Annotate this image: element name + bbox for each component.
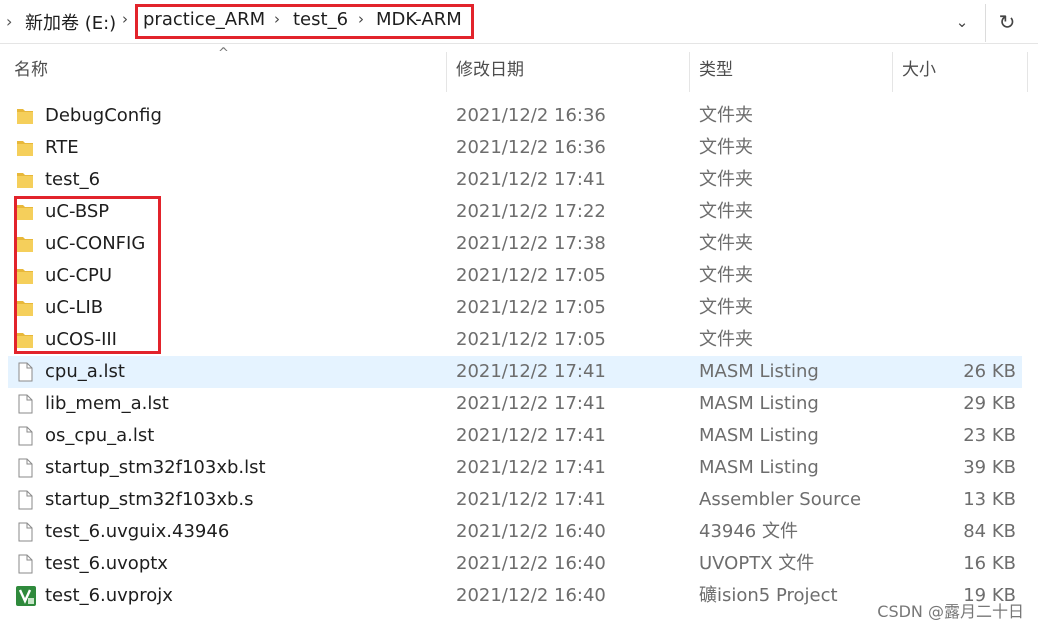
file-type: MASM Listing: [699, 361, 819, 382]
column-divider[interactable]: [1027, 52, 1028, 92]
file-type: 文件夹: [699, 329, 753, 350]
file-type: 文件夹: [699, 297, 753, 318]
file-date: 2021/12/2 17:22: [456, 201, 606, 222]
file-name: RTE: [45, 137, 79, 158]
file-type: 文件夹: [699, 201, 753, 222]
file-type: 文件夹: [699, 233, 753, 254]
file-row[interactable]: lib_mem_a.lst 2021/12/2 17:41 MASM Listing…: [8, 388, 1022, 420]
file-size: 26 KB: [963, 361, 1016, 382]
file-date: 2021/12/2 17:05: [456, 297, 606, 318]
file-icon: [16, 490, 34, 510]
file-date: 2021/12/2 16:40: [456, 521, 606, 542]
file-icon: [16, 362, 34, 382]
file-icon: [16, 554, 34, 574]
file-name: cpu_a.lst: [45, 361, 125, 382]
file-row[interactable]: test_6.uvoptx 2021/12/2 16:40 UVOPTX 文件 16 …: [8, 548, 1022, 580]
file-date: 2021/12/2 16:36: [456, 137, 606, 158]
refresh-icon[interactable]: ↻: [992, 8, 1022, 36]
folder-icon: [16, 106, 34, 126]
file-row[interactable]: os_cpu_a.lst 2021/12/2 17:41 MASM Listing 2…: [8, 420, 1022, 452]
file-icon: [16, 522, 34, 542]
file-size: 23 KB: [963, 425, 1016, 446]
file-date: 2021/12/2 17:05: [456, 329, 606, 350]
file-type: MASM Listing: [699, 393, 819, 414]
file-icon: [16, 394, 34, 414]
file-row[interactable]: test_6.uvguix.43946 2021/12/2 16:40 43946 …: [8, 516, 1022, 548]
file-name: DebugConfig: [45, 105, 162, 126]
file-type: 文件夹: [699, 265, 753, 286]
file-name: test_6.uvprojx: [45, 585, 173, 606]
file-type: 文件夹: [699, 137, 753, 158]
file-row[interactable]: test_6 2021/12/2 17:41 文件夹: [8, 164, 1022, 196]
file-name: lib_mem_a.lst: [45, 393, 169, 414]
file-type: Assembler Source: [699, 489, 862, 510]
column-header-size[interactable]: 大小: [902, 52, 936, 88]
file-type: 礦ision5 Project: [699, 585, 838, 606]
column-divider[interactable]: [689, 52, 690, 92]
file-size: 16 KB: [963, 553, 1016, 574]
file-type: 文件夹: [699, 105, 753, 126]
file-type: 文件夹: [699, 169, 753, 190]
chevron-right-icon[interactable]: ›: [6, 12, 12, 31]
file-name: test_6: [45, 169, 101, 190]
chevron-down-icon[interactable]: ⌄: [945, 8, 979, 36]
file-name: os_cpu_a.lst: [45, 425, 155, 446]
file-row[interactable]: DebugConfig 2021/12/2 16:36 文件夹: [8, 100, 1022, 132]
file-name: startup_stm32f103xb.s: [45, 489, 254, 510]
file-type: 43946 文件: [699, 521, 798, 542]
file-type: MASM Listing: [699, 425, 819, 446]
file-type: UVOPTX 文件: [699, 553, 815, 574]
column-divider[interactable]: [446, 52, 447, 92]
breadcrumb-drive[interactable]: 新加卷 (E:): [25, 9, 116, 35]
file-icon: [16, 426, 34, 446]
file-name: test_6.uvguix.43946: [45, 521, 230, 542]
file-date: 2021/12/2 16:40: [456, 553, 606, 574]
file-row[interactable]: startup_stm32f103xb.s 2021/12/2 17:41 Asse…: [8, 484, 1022, 516]
file-date: 2021/12/2 16:40: [456, 585, 606, 606]
file-date: 2021/12/2 17:41: [456, 457, 606, 478]
file-name: test_6.uvoptx: [45, 553, 168, 574]
file-date: 2021/12/2 17:41: [456, 169, 606, 190]
file-size: 29 KB: [963, 393, 1016, 414]
file-size: 13 KB: [963, 489, 1016, 510]
folders-highlight-box: [14, 196, 161, 354]
file-row[interactable]: startup_stm32f103xb.lst 2021/12/2 17:41 MA…: [8, 452, 1022, 484]
sort-ascending-icon: ^: [218, 46, 229, 61]
file-name: startup_stm32f103xb.lst: [45, 457, 266, 478]
file-date: 2021/12/2 17:41: [456, 393, 606, 414]
file-row[interactable]: cpu_a.lst 2021/12/2 17:41 MASM Listing 26 K…: [8, 356, 1022, 388]
address-bar: › 新加卷 (E:) › practice_ARM › test_6 › MDK…: [0, 0, 1038, 44]
keil-project-icon: [16, 586, 36, 606]
file-date: 2021/12/2 16:36: [456, 105, 606, 126]
file-size: 84 KB: [963, 521, 1016, 542]
folder-icon: [16, 138, 34, 158]
file-size: 39 KB: [963, 457, 1016, 478]
column-divider[interactable]: [892, 52, 893, 92]
file-icon: [16, 458, 34, 478]
file-date: 2021/12/2 17:41: [456, 425, 606, 446]
column-header-name[interactable]: 名称: [14, 52, 48, 88]
divider: [985, 4, 986, 42]
folder-icon: [16, 170, 34, 190]
file-row[interactable]: RTE 2021/12/2 16:36 文件夹: [8, 132, 1022, 164]
file-type: MASM Listing: [699, 457, 819, 478]
file-row[interactable]: test_6.uvprojx 2021/12/2 16:40 礦ision5 Pro…: [8, 580, 1022, 612]
column-header-type[interactable]: 类型: [699, 52, 733, 88]
watermark: CSDN @露月二十日: [877, 602, 1024, 621]
column-header-date[interactable]: 修改日期: [456, 52, 524, 88]
address-highlight-box: [135, 4, 474, 39]
file-date: 2021/12/2 17:38: [456, 233, 606, 254]
file-date: 2021/12/2 17:41: [456, 489, 606, 510]
file-date: 2021/12/2 17:05: [456, 265, 606, 286]
file-date: 2021/12/2 17:41: [456, 361, 606, 382]
chevron-right-icon[interactable]: ›: [122, 10, 128, 28]
